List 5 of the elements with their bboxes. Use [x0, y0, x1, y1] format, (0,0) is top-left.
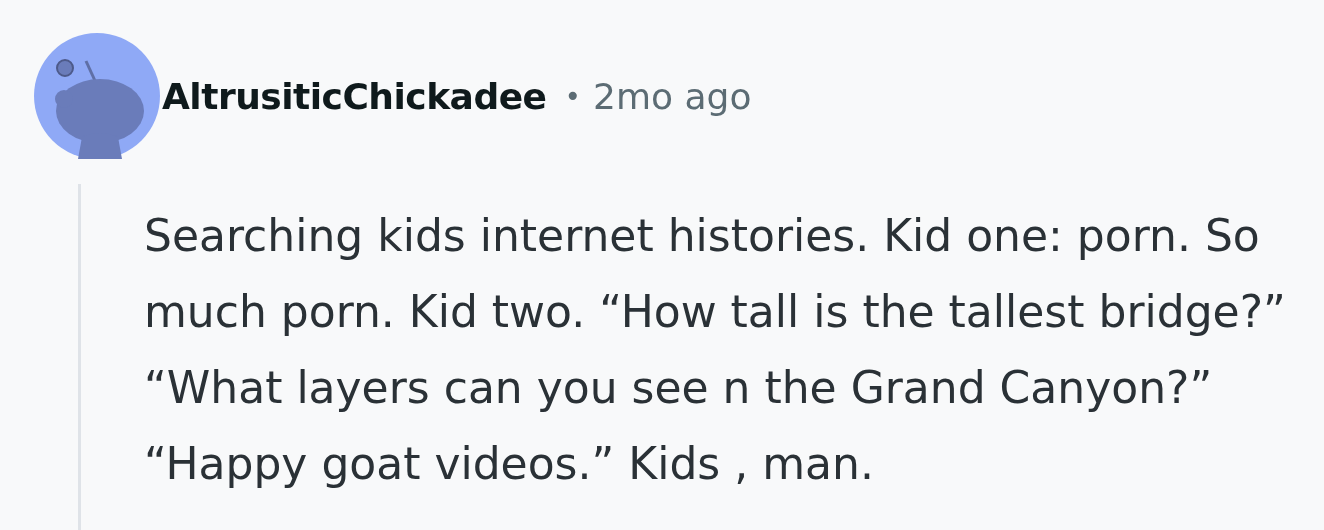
username[interactable]: AltrusiticChickadee — [162, 75, 547, 117]
comment-text: Searching kids internet histories. Kid one: porn. So much porn. Kid two. “How tall is the tallest bridge?” “What layers can you see n the Grand Canyon?” “Happy goat videos.” Kids , man. — [144, 209, 1287, 491]
avatar-icon — [34, 33, 160, 159]
separator-dot: • — [564, 79, 582, 113]
timestamp: 2mo ago — [593, 75, 752, 117]
